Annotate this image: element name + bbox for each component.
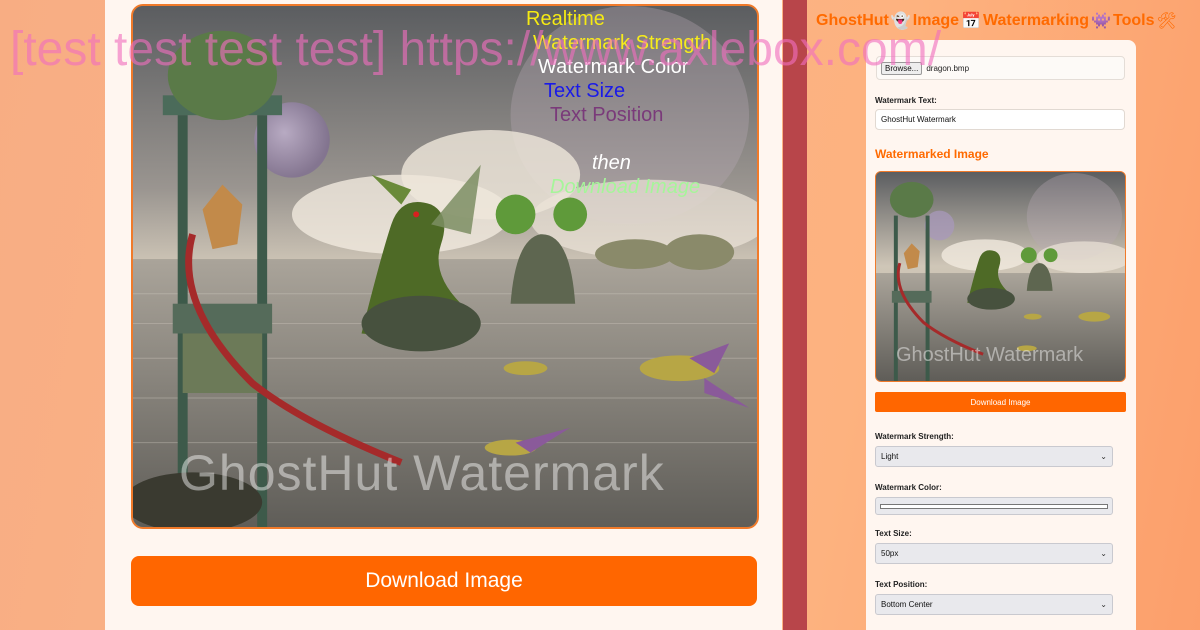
strength-select[interactable]: Light ⌄ [875,446,1113,467]
watermark-text-input[interactable] [875,109,1125,130]
title-word-watermarking: Watermarking [982,12,1090,29]
watermarked-image-heading: Watermarked Image [875,147,989,161]
size-select-value: 50px [881,549,899,558]
hammer-wrench-icon: 🛠 [1156,13,1177,30]
position-select[interactable]: Bottom Center ⌄ [875,594,1113,615]
annotation-text-size: Text Size [544,80,626,102]
calendar-icon: 📅 [961,13,981,30]
browse-button[interactable]: Browse... [881,61,923,75]
watermarked-preview-image: GhostHut Watermark [131,4,759,529]
color-picker[interactable] [875,497,1113,515]
title-word-image: Image [912,12,960,29]
selected-file-name: dragon.bmp [926,63,970,73]
settings-sidebar: Browse... dragon.bmp Watermark Text: Wat… [866,40,1136,630]
annotation-realtime: Realtime [526,8,605,30]
color-label: Watermark Color: [875,483,942,492]
annotation-watermark-color: Watermark Color [538,56,689,78]
chevron-down-icon: ⌄ [1100,452,1107,461]
main-preview-panel: GhostHut Watermark Download Image [105,0,782,630]
title-word-tools: Tools [1113,12,1155,29]
chevron-down-icon: ⌄ [1100,600,1107,609]
color-swatch [880,503,1108,509]
title-word-ghosthut: GhostHut [816,12,889,29]
watermark-text-label: Watermark Text: [875,96,937,105]
strength-select-value: Light [881,452,899,461]
ghost-icon: 👻 [890,13,911,30]
alien-monster-icon: 👾 [1091,13,1111,30]
sidebar-download-button[interactable]: Download Image [875,392,1126,412]
strength-label: Watermark Strength: [875,432,954,441]
divider-strip [783,0,807,630]
size-label: Text Size: [875,529,912,538]
watermarked-thumbnail: GhostHut Watermark [875,171,1126,382]
file-picker[interactable]: Browse... dragon.bmp [876,56,1125,80]
chevron-down-icon: ⌄ [1100,549,1107,558]
position-label: Text Position: [875,580,928,589]
download-image-button[interactable]: Download Image [131,556,757,606]
app-title: GhostHut 👻 Image 📅 Watermarking 👾 Tools … [816,10,1177,32]
position-select-value: Bottom Center [881,600,933,609]
thumbnail-watermark-text: GhostHut Watermark [896,344,1084,366]
preview-watermark-text: GhostHut Watermark [179,445,665,501]
annotation-download-image: Download Image [550,176,701,198]
annotation-then: then [592,152,631,174]
size-select[interactable]: 50px ⌄ [875,543,1113,564]
annotation-watermark-strength: Watermark Strength [533,32,712,54]
annotation-text-position: Text Position [550,104,664,126]
